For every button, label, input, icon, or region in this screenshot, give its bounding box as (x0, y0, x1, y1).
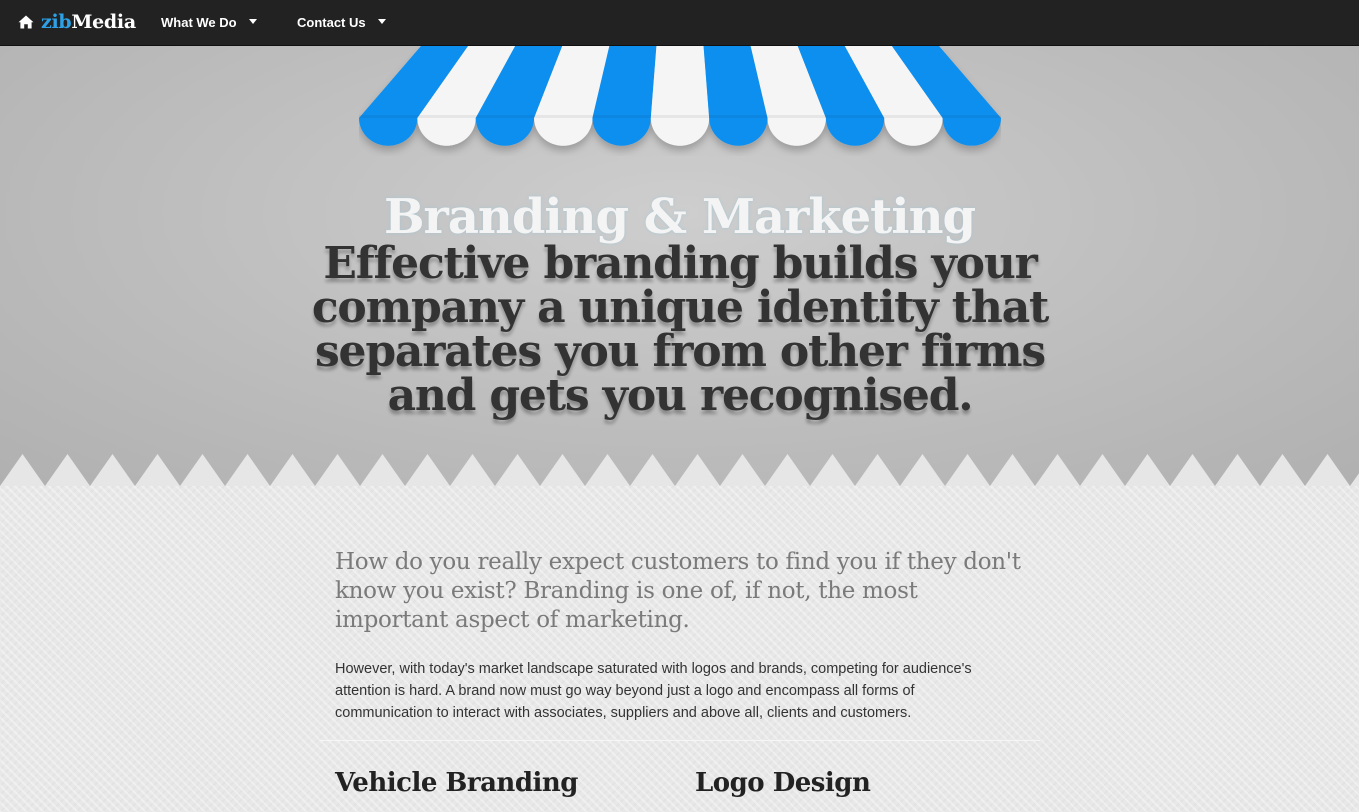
brand-logo[interactable]: zibMedia (18, 8, 136, 36)
awning-illustration (359, 46, 1001, 146)
content-section: How do you really expect customers to fi… (0, 486, 1359, 812)
awning-scallop (825, 118, 885, 146)
awning-scallop (592, 118, 651, 146)
awning-seam (942, 115, 1001, 118)
top-navbar: zibMedia What We Do Contact Us (0, 0, 1359, 46)
brand-name-prefix: zib (41, 11, 72, 33)
caret-down-icon (377, 18, 386, 24)
nav-contact-us-dropdown[interactable]: Contact Us (297, 12, 386, 32)
hero-title: Branding & Marketing (383, 189, 976, 245)
caret-down-icon (248, 18, 257, 24)
logo-design-heading: Logo Design (695, 768, 871, 798)
hero-section: Branding & Marketing Effective branding … (0, 46, 1359, 486)
awning-seam (825, 115, 885, 118)
awning-scallop (417, 118, 476, 146)
section-divider (320, 740, 1040, 741)
body-paragraph: However, with today's market landscape s… (335, 661, 972, 721)
brand-name: zibMedia (41, 11, 136, 33)
awning-seam (884, 115, 943, 118)
nav-what-we-do-dropdown[interactable]: What We Do (161, 12, 257, 32)
zigzag-divider (0, 454, 1359, 486)
hero-tagline: Effective branding builds your company a… (311, 238, 1050, 421)
awning-scallop (534, 118, 593, 146)
awning-stripe (650, 46, 710, 118)
awning-scallop (475, 118, 535, 146)
lead-paragraph: How do you really expect customers to fi… (335, 549, 1021, 633)
home-icon (18, 15, 34, 29)
brand-name-suffix: Media (71, 11, 136, 33)
awning-scallop (942, 118, 1001, 146)
awning-seam (417, 115, 476, 118)
awning-seam (767, 115, 826, 118)
awning-scallop (709, 118, 768, 146)
awning-scallop (767, 118, 826, 146)
awning-seam (709, 115, 768, 118)
awning-scallop (884, 118, 943, 146)
nav-what-we-do-label: What We Do (161, 14, 237, 30)
vehicle-branding-heading: Vehicle Branding (335, 768, 578, 798)
awning-seam (650, 115, 710, 118)
awning-scallop (359, 118, 418, 146)
awning-seam (475, 115, 535, 118)
nav-contact-us-label: Contact Us (297, 14, 366, 30)
awning-scallop (650, 118, 710, 146)
awning-seam (592, 115, 651, 118)
awning-seam (534, 115, 593, 118)
awning-seam (359, 115, 418, 118)
